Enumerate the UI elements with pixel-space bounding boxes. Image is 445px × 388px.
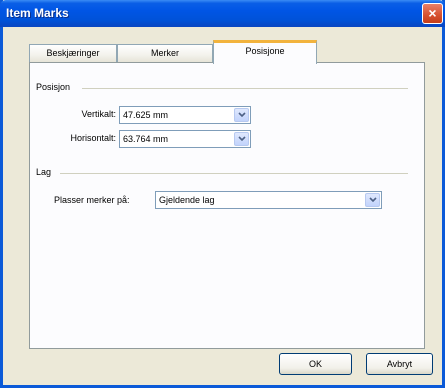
ok-button[interactable]: OK (279, 353, 352, 375)
tab-panel-posisjon: Posisjon Vertikalt: 47.625 mm Horisontal… (29, 62, 425, 349)
tab-posisjone[interactable]: Posisjone (213, 40, 317, 64)
close-icon: × (428, 5, 437, 21)
title-bar[interactable]: Item Marks × (0, 0, 445, 27)
chevron-down-icon (238, 136, 246, 142)
group-title-posisjon: Posisjon (36, 82, 71, 92)
place-marks-label: Plasser merker på: (54, 195, 130, 205)
vertical-value: 47.625 mm (123, 110, 169, 120)
vertical-label: Vertikalt: (81, 109, 116, 119)
horizontal-value: 63.764 mm (123, 134, 169, 144)
vertical-combo[interactable]: 47.625 mm (119, 106, 251, 124)
layer-dropdown-button[interactable] (365, 193, 380, 207)
window-title: Item Marks (6, 6, 69, 20)
horizontal-dropdown-button[interactable] (234, 132, 249, 146)
group-divider (82, 88, 408, 89)
layer-combo[interactable]: Gjeldende lag (155, 191, 382, 209)
vertical-dropdown-button[interactable] (234, 108, 249, 122)
horizontal-label: Horisontalt: (70, 133, 116, 143)
horizontal-combo[interactable]: 63.764 mm (119, 130, 251, 148)
item-marks-dialog: Item Marks × Beskjæringer Merker Posisjo… (0, 0, 445, 388)
tab-merker[interactable]: Merker (117, 44, 213, 62)
layer-value: Gjeldende lag (159, 195, 215, 205)
close-button[interactable]: × (422, 3, 443, 24)
cancel-button[interactable]: Avbryt (366, 353, 433, 375)
chevron-down-icon (369, 197, 377, 203)
group-title-lag: Lag (36, 167, 52, 177)
group-divider (60, 173, 408, 174)
tab-beskjaeringer[interactable]: Beskjæringer (29, 44, 117, 62)
chevron-down-icon (238, 112, 246, 118)
